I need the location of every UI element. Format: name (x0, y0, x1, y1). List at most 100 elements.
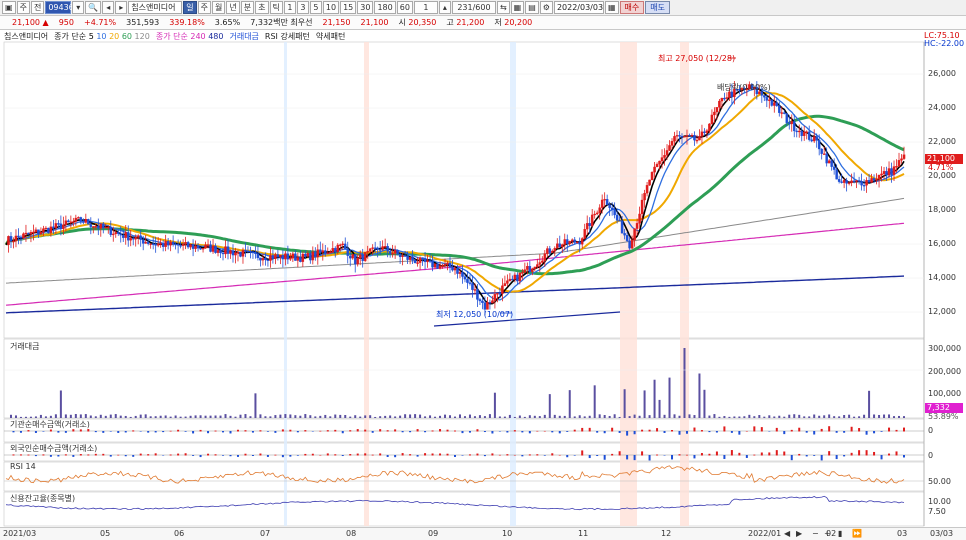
credit-panel-title[interactable]: 신용잔고율(종목별) (10, 493, 75, 504)
foreign-bar (454, 455, 456, 457)
inst-bar (880, 431, 883, 432)
volume-bar (154, 416, 157, 418)
volume-bar (79, 414, 82, 418)
scroll-right-icon[interactable]: ▶ (796, 529, 802, 538)
candle-body (673, 136, 676, 142)
volume-panel-title[interactable]: 거래대금 (10, 341, 39, 352)
volume-bar (803, 416, 806, 418)
candle-body (408, 256, 412, 260)
inst-bar (259, 430, 262, 432)
candle-body (583, 228, 586, 239)
volume-bar (808, 416, 811, 418)
foreign-bar (356, 453, 359, 456)
foreign-bar (289, 455, 292, 457)
volume-bar (573, 416, 576, 418)
candle-body (319, 249, 322, 253)
candle-body (491, 300, 494, 304)
candle-body (835, 169, 838, 180)
scroll-left-icon[interactable]: ◀ (784, 529, 790, 538)
foreign-panel-title[interactable]: 외국인순매수금액(거래소) (10, 443, 97, 454)
candle-body (196, 245, 200, 249)
candle-body (311, 251, 315, 261)
foreign-bar (850, 452, 853, 456)
volume-bar (768, 415, 771, 418)
foreign-bar (431, 453, 434, 456)
foreign-bar (805, 455, 808, 457)
foreign-bar (581, 450, 584, 456)
candle-body (351, 254, 354, 259)
volume-bar (44, 416, 47, 418)
candle-body (343, 243, 347, 249)
foreign-bar (162, 455, 165, 456)
inst-panel-title[interactable]: 기관순매수금액(거래소) (10, 419, 90, 430)
inst-bar (12, 431, 15, 433)
volume-bar (284, 414, 287, 418)
candle-body (693, 134, 696, 141)
candle-body (356, 257, 359, 265)
inst-bar (296, 431, 299, 433)
rsi-panel-title[interactable]: RSI 14 (10, 462, 36, 471)
inst-bar (498, 431, 501, 432)
foreign-bar (274, 454, 277, 456)
candle-body (481, 300, 484, 303)
volume-bar (518, 415, 521, 418)
volume-bar (783, 416, 786, 418)
highlight-band-0 (284, 42, 287, 526)
stock-chart[interactable] (0, 0, 966, 540)
volume-bar (508, 414, 511, 418)
candle-body (815, 136, 818, 141)
candle-body (528, 266, 532, 272)
foreign-bar (611, 453, 614, 456)
volume-bar (164, 415, 167, 418)
candle-body (845, 180, 848, 184)
scroll-end-icon[interactable]: ⏩ (852, 529, 862, 538)
foreign-bar (72, 455, 75, 457)
candle-body (336, 244, 340, 253)
volume-bar (708, 415, 711, 418)
zoom-in-icon[interactable]: + (824, 529, 831, 538)
candle-body (810, 139, 813, 142)
foreign-bar (266, 455, 269, 457)
volume-bar (688, 414, 691, 418)
volume-bar (294, 415, 297, 418)
volume-tick-200000: 200,000 (928, 367, 962, 376)
volume-bar (703, 389, 706, 418)
inst-bar (581, 427, 584, 432)
candle-body (199, 248, 202, 250)
volume-bar (404, 414, 407, 418)
volume-bar (299, 415, 302, 418)
candle-body (802, 131, 806, 137)
candle-body (800, 130, 803, 137)
zoom-out-icon[interactable]: − (812, 529, 819, 538)
candle-body (518, 272, 522, 282)
foreign-bar (693, 455, 696, 459)
candle-body (446, 262, 449, 265)
foreign-bar (169, 454, 172, 456)
volume-bar (678, 415, 681, 418)
volume-bar (359, 416, 362, 418)
candle-body (249, 251, 252, 253)
candle-body (401, 255, 404, 257)
inst-bar (244, 430, 247, 432)
candle-body (151, 243, 155, 245)
candle-body (822, 153, 826, 155)
candle-body (12, 240, 15, 243)
candle-body (633, 228, 636, 241)
inst-bar (820, 428, 823, 432)
foreign-bar (468, 454, 471, 456)
candle-body (902, 154, 906, 159)
candle-body (32, 231, 35, 234)
inst-bar (865, 431, 868, 435)
candle-body (166, 241, 170, 246)
candle-body (570, 239, 574, 242)
volume-pct-tag: 53.89% (928, 412, 959, 421)
volume-bar (89, 415, 92, 418)
chart-type-icon[interactable]: ▮ (838, 529, 842, 538)
highlight-band-4 (680, 42, 689, 526)
price-tick-26000: 26,000 (928, 69, 956, 78)
candle-body (660, 157, 664, 162)
candle-body (770, 99, 774, 106)
foreign-bar (813, 455, 816, 456)
foreign-bar (147, 454, 150, 456)
volume-bar (818, 415, 821, 418)
